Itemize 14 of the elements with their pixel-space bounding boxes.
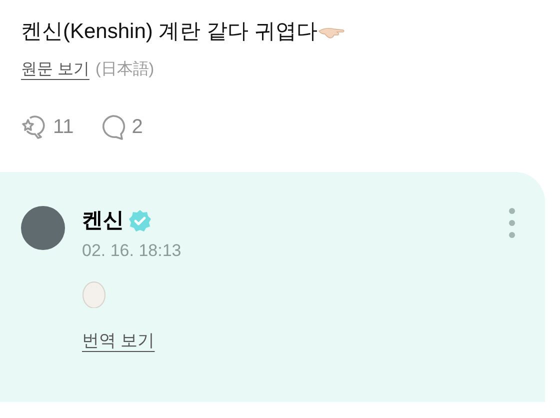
reaction-count: 11 (53, 115, 74, 140)
reaction-count: 2 (132, 115, 143, 140)
more-icon[interactable] (509, 208, 515, 238)
comment-time: 02. 16. 18:13 (82, 240, 182, 262)
egg-icon (82, 280, 106, 308)
post-title: 켄신(Kenshin) 계란 같다 귀엽다 (21, 19, 318, 45)
comment-icon[interactable] (100, 114, 126, 140)
cheer-icon[interactable] (21, 114, 47, 140)
view-original-link[interactable]: 원문 보기 (21, 58, 90, 82)
translate-link[interactable]: 번역 보기 (82, 328, 155, 353)
author-name: 켄신 (82, 208, 124, 234)
language-label: (日本語) (95, 60, 154, 80)
avatar (21, 206, 65, 250)
hand-icon (318, 26, 346, 40)
